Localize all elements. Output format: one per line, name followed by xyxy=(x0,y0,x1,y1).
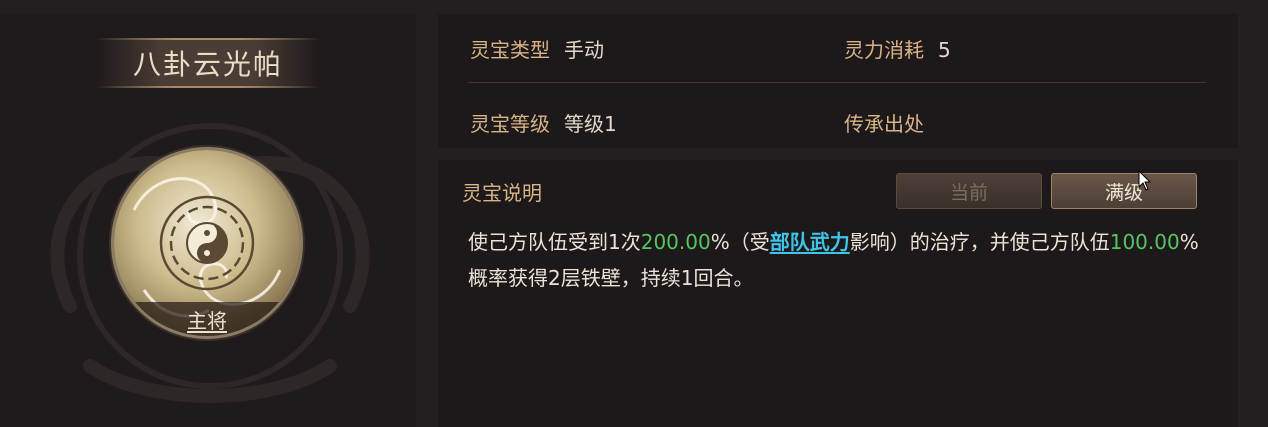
troop-force-link[interactable]: 部队武力 xyxy=(770,230,850,254)
item-title-banner: 八卦云光帕 xyxy=(96,38,320,88)
type-value: 手动 xyxy=(564,38,604,62)
info-divider xyxy=(468,82,1206,83)
heal-percent-value: 200.00 xyxy=(640,230,711,254)
description-panel: 灵宝说明 当前 满级 使己方队伍受到1次200.00%（受部队武力影响）的治疗，… xyxy=(438,160,1238,427)
cost-label: 灵力消耗 xyxy=(844,38,924,62)
info-panel: 灵宝类型 手动 灵力消耗 5 灵宝等级 等级1 传承出处 xyxy=(438,14,1238,148)
desc-seg-2: %（受 xyxy=(710,230,770,254)
origin-label: 传承出处 xyxy=(844,112,924,136)
item-card: 八卦云光帕 主将 xyxy=(0,14,416,427)
treasure-detail-screen: 八卦云光帕 主将 灵宝类型 手动 灵力消耗 5 灵宝等级 等级1 传承出处 灵宝… xyxy=(0,0,1268,427)
treasure-emblem[interactable]: 主将 xyxy=(114,150,300,336)
tab-current-button[interactable]: 当前 xyxy=(896,173,1042,209)
level-label: 灵宝等级 xyxy=(470,112,550,136)
item-name: 八卦云光帕 xyxy=(132,48,283,81)
desc-seg-3: 影响）的治疗，并使己方队伍 xyxy=(849,230,1110,254)
desc-seg-1: 使己方队伍受到1次 xyxy=(468,230,641,254)
type-field: 灵宝类型 手动 xyxy=(470,34,604,63)
type-label: 灵宝类型 xyxy=(470,38,550,62)
origin-field: 传承出处 xyxy=(844,108,938,137)
description-text: 使己方队伍受到1次200.00%（受部队武力影响）的治疗，并使己方队伍100.0… xyxy=(468,224,1218,296)
description-title: 灵宝说明 xyxy=(462,181,542,205)
cost-value: 5 xyxy=(938,38,951,62)
level-field: 灵宝等级 等级1 xyxy=(470,108,617,137)
cost-field: 灵力消耗 5 xyxy=(844,34,951,63)
main-general-link[interactable]: 主将 xyxy=(187,305,227,334)
mouse-cursor-icon xyxy=(1138,170,1152,191)
level-value: 等级1 xyxy=(564,112,617,136)
role-label-bar: 主将 xyxy=(114,302,300,336)
chance-percent-value: 100.00 xyxy=(1109,230,1180,254)
tab-max-level-button[interactable]: 满级 xyxy=(1051,173,1197,209)
